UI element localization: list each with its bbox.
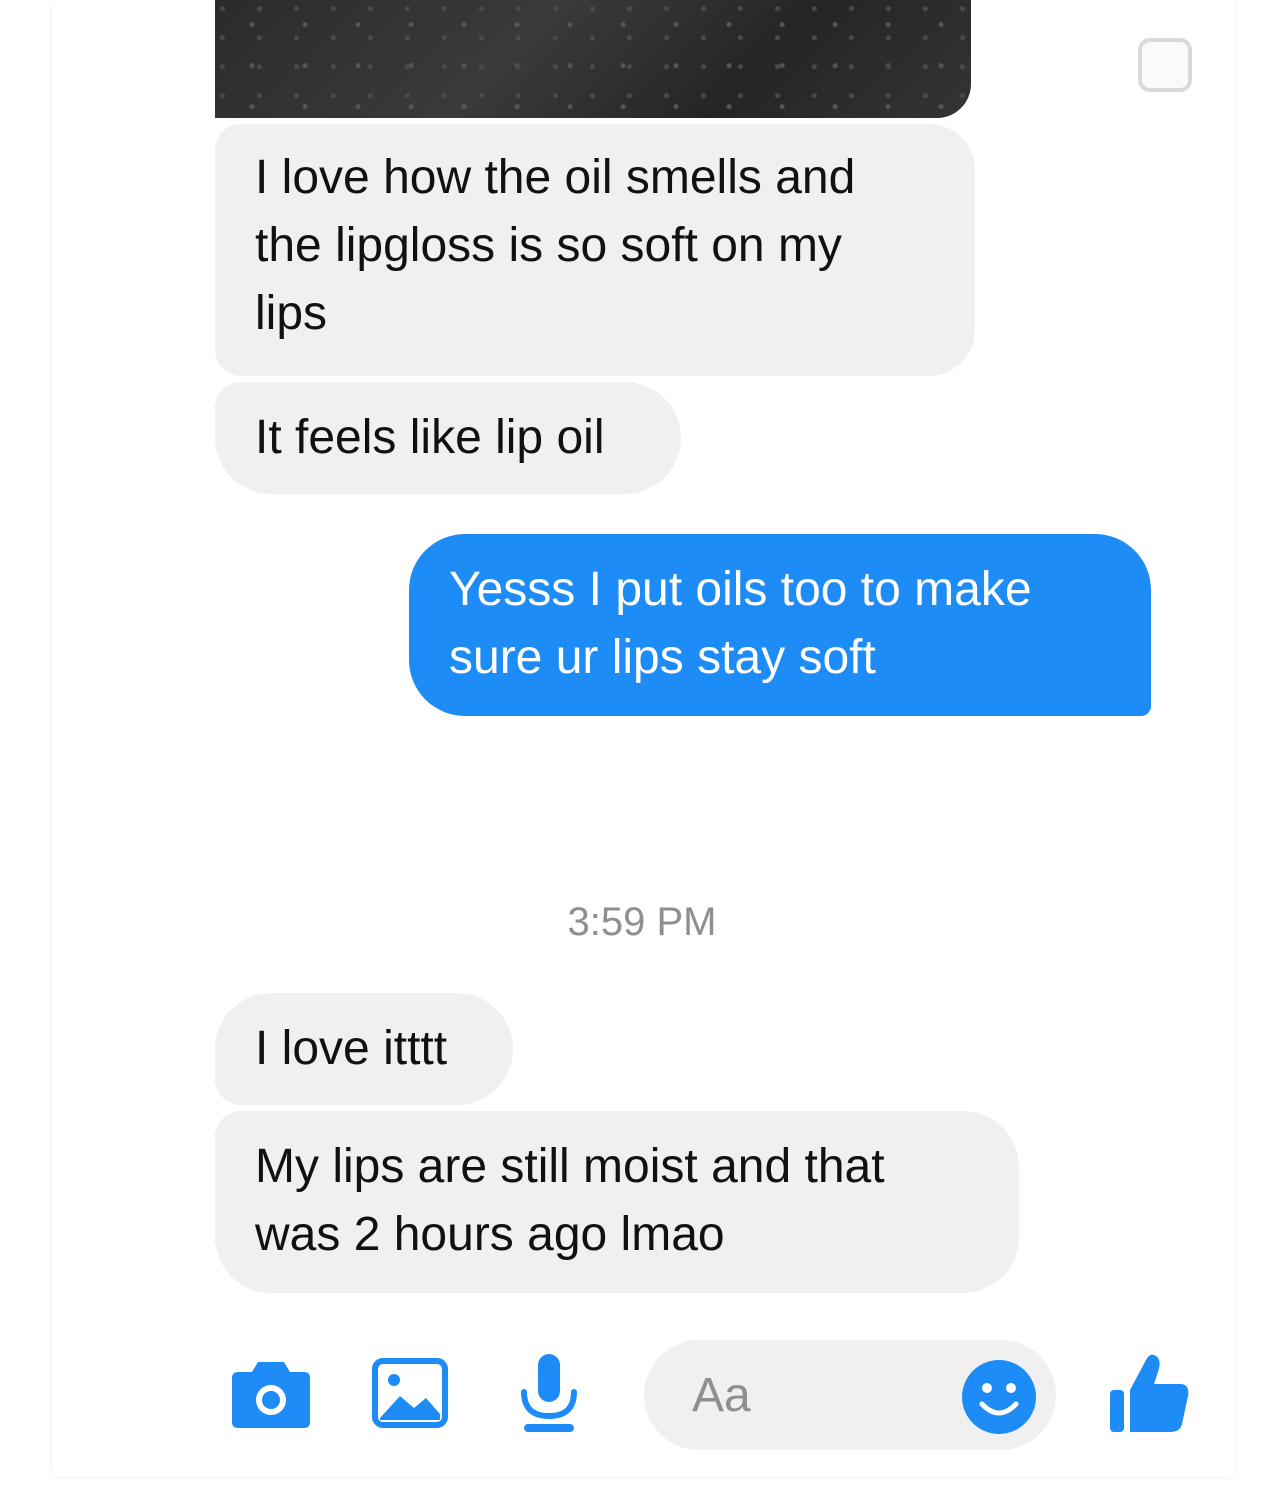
photo-message[interactable] (215, 0, 971, 118)
incoming-message[interactable]: My lips are still moist and that was 2 h… (215, 1111, 1019, 1293)
incoming-message[interactable]: I love itttt (215, 993, 513, 1105)
thumbs-up-icon[interactable] (1108, 1350, 1192, 1436)
emoji-icon[interactable] (960, 1358, 1038, 1436)
outgoing-message[interactable]: Yesss I put oils too to make sure ur lip… (409, 534, 1151, 716)
message-timestamp: 3:59 PM (567, 900, 717, 944)
message-input-placeholder: Aa (692, 1369, 751, 1422)
checkbox-icon[interactable] (1138, 38, 1192, 92)
camera-icon[interactable] (230, 1358, 312, 1430)
incoming-message[interactable]: It feels like lip oil (215, 382, 681, 494)
microphone-icon[interactable] (518, 1352, 580, 1434)
incoming-message[interactable]: I love how the oil smells and the lipglo… (215, 124, 975, 376)
image-icon[interactable] (372, 1358, 448, 1428)
